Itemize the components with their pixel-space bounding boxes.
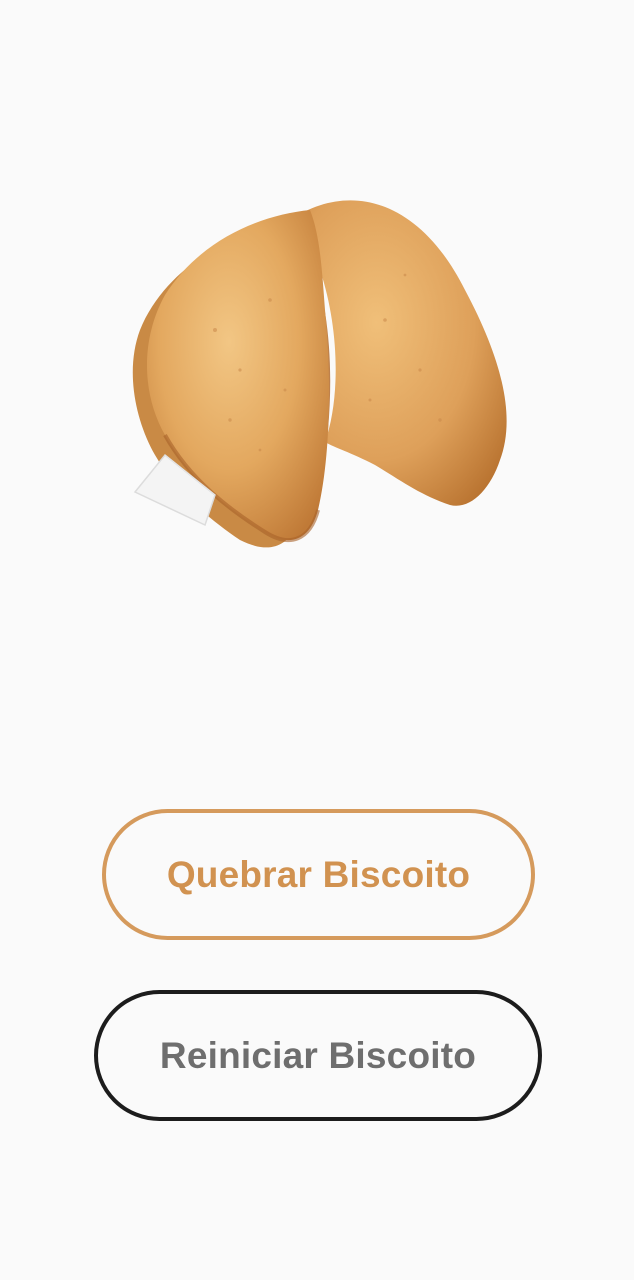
reset-cookie-button-label: Reiniciar Biscoito [159,1034,477,1076]
fortune-cookie-image [120,180,520,570]
fortune-cookie-icon [132,200,507,548]
app-screen: Quebrar Biscoito Reiniciar Biscoito [0,0,634,1280]
reset-cookie-button[interactable]: Reiniciar Biscoito [94,990,542,1121]
break-cookie-button[interactable]: Quebrar Biscoito [102,809,535,940]
break-cookie-button-label: Quebrar Biscoito [166,853,471,895]
